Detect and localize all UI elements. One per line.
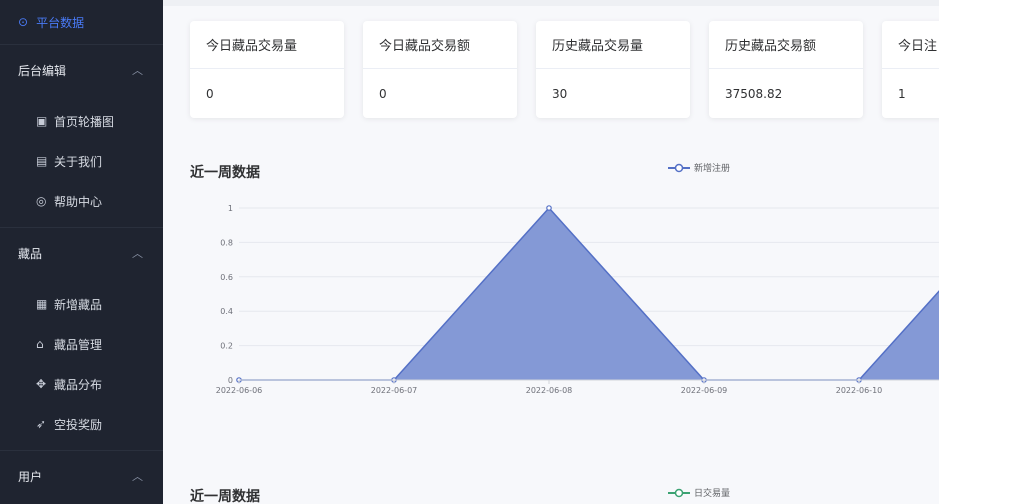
send-icon: ➶	[36, 417, 47, 431]
sidebar-item-carousel[interactable]: ▣ 首页轮播图	[0, 101, 163, 141]
sidebar-item-label: 关于我们	[54, 154, 103, 169]
sidebar-item-collection-distribution[interactable]: ✥ 藏品分布	[0, 364, 163, 404]
sidebar-item-label: 帮助中心	[54, 194, 103, 209]
area-chart: 0 0.2 0.4 0.6 0.8 1 2022-06-06 2022-06-07 2022-0…	[216, 204, 939, 395]
legend-marker-icon	[668, 488, 690, 497]
x-tick-label: 2022-06-06	[216, 386, 263, 395]
stat-card: 今日藏品交易量 0	[190, 21, 344, 118]
stat-card: 今日藏品交易额 0	[363, 21, 517, 118]
y-tick-label: 0.2	[220, 342, 233, 351]
stat-card-title: 今日藏品交易量	[190, 21, 344, 69]
x-tick-label: 2022-06-09	[681, 386, 728, 395]
help-icon: ◎	[36, 194, 47, 208]
sidebar-item-label: 空投奖励	[54, 417, 103, 432]
sidebar-item-platform-data[interactable]: ⊙ 平台数据	[0, 0, 163, 44]
y-tick-label: 1	[228, 204, 233, 213]
sidebar-group-backend-edit[interactable]: 后台编辑 ︿	[0, 44, 163, 95]
y-tick-label: 0.8	[220, 238, 233, 247]
stat-card-value: 1	[898, 87, 906, 101]
legend-label: 日交易量	[694, 489, 731, 499]
panel-title: 近一周数据	[190, 489, 260, 504]
top-divider	[163, 0, 939, 6]
sidebar-group-collection[interactable]: 藏品 ︿	[0, 227, 163, 278]
stat-card-title: 历史藏品交易量	[536, 21, 690, 69]
page-margin	[939, 0, 1027, 504]
image-icon: ▣	[36, 114, 48, 128]
sidebar-group-label: 藏品	[18, 246, 43, 261]
y-tick-label: 0	[228, 376, 233, 385]
stats-cards: 今日藏品交易量 0 今日藏品交易额 0 历史藏品交易量 30 历史藏品交易额 3…	[190, 21, 939, 118]
stat-card-title: 今日藏品交易额	[363, 21, 517, 69]
chevron-up-icon: ︿	[132, 470, 143, 483]
distribution-icon: ✥	[36, 377, 47, 391]
sidebar-group-label: 用户	[18, 469, 43, 484]
bank-icon: ⌂	[36, 337, 44, 351]
chart-legend[interactable]: 日交易量	[668, 486, 730, 499]
sidebar-item-collection-manage[interactable]: ⌂ 藏品管理	[0, 324, 163, 364]
sidebar-item-label: 新增藏品	[54, 297, 103, 312]
stat-card-title: 历史藏品交易额	[709, 21, 863, 69]
x-tick-label: 2022-06-08	[526, 386, 573, 395]
chevron-up-icon: ︿	[132, 64, 143, 77]
sidebar-item-label: 平台数据	[36, 15, 85, 30]
stat-card-value: 37508.82	[725, 87, 783, 101]
stat-card-title: 今日注	[882, 21, 939, 69]
stat-card: 今日注 1	[882, 21, 939, 118]
sidebar-item-help-center[interactable]: ◎ 帮助中心	[0, 181, 163, 221]
sidebar-item-add-collection[interactable]: ▦ 新增藏品	[0, 284, 163, 324]
stat-card: 历史藏品交易额 37508.82	[709, 21, 863, 118]
weekly-registration-panel: 近一周数据 新增注册 0 0.2 0.4 0.6 0.8 1 2022-06-06 2022-…	[190, 150, 939, 400]
stat-card-value: 0	[206, 87, 214, 101]
data-point	[546, 205, 552, 211]
stat-card-value: 30	[552, 87, 568, 101]
x-tick-label: 2022-06-07	[371, 386, 418, 395]
grid-icon: ▦	[36, 297, 48, 311]
sidebar-group-label: 后台编辑	[18, 63, 67, 78]
stat-card-value: 0	[379, 87, 387, 101]
y-tick-label: 0.6	[220, 273, 233, 282]
sidebar-item-airdrop[interactable]: ➶ 空投奖励	[0, 404, 163, 444]
document-icon: ▤	[36, 154, 48, 168]
sidebar-item-label: 藏品管理	[54, 337, 103, 352]
sidebar-item-about-us[interactable]: ▤ 关于我们	[0, 141, 163, 181]
sidebar-group-user[interactable]: 用户 ︿	[0, 450, 163, 501]
sidebar-item-label: 藏品分布	[54, 377, 103, 392]
dashboard-icon: ⊙	[18, 15, 29, 29]
sidebar: ⊙ 平台数据 后台编辑 ︿ ▣ 首页轮播图 ▤ 关于我们 ◎ 帮助中心 藏品 ︿…	[0, 0, 163, 504]
series-area	[239, 208, 939, 380]
sidebar-item-label: 首页轮播图	[54, 114, 115, 129]
y-tick-label: 0.4	[220, 307, 233, 316]
chevron-up-icon: ︿	[132, 247, 143, 260]
main-content: 今日藏品交易量 0 今日藏品交易额 0 历史藏品交易量 30 历史藏品交易额 3…	[163, 0, 939, 504]
stat-card: 历史藏品交易量 30	[536, 21, 690, 118]
weekly-trade-panel: 近一周数据 日交易量	[190, 470, 939, 504]
x-tick-label: 2022-06-10	[836, 386, 883, 395]
